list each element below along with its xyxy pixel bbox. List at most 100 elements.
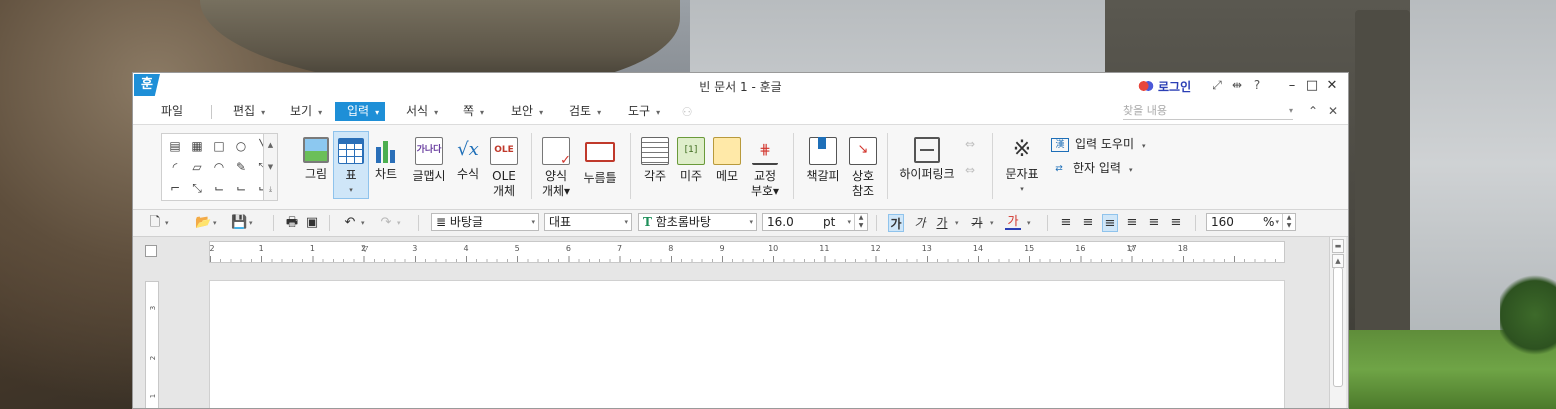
maximize-button[interactable]: □	[1303, 77, 1321, 95]
insert-chart-button[interactable]: 차트	[368, 131, 404, 199]
menu-edit[interactable]: 편집 ▾	[233, 102, 265, 121]
italic-button[interactable]: 가	[912, 214, 928, 232]
scroll-up-icon[interactable]: ▲	[264, 134, 277, 156]
font-size-stepper[interactable]: ▲ ▼	[854, 214, 867, 230]
shape-gallery[interactable]: ▤ ▦ □ ○ ╲ ◜ ▱ ◠ ✎ ⤡ ⌐ ⤡ ⌙ ⌙ ⌙ ▲ ▼ ⤓	[161, 133, 278, 201]
new-document-icon[interactable]: 🗋	[147, 214, 163, 232]
footnote-button[interactable]: 각주	[637, 131, 673, 199]
close-button[interactable]: ✕	[1323, 77, 1341, 95]
print-icon[interactable]: 🖶	[284, 214, 300, 232]
menu-format-label: 서식	[406, 104, 429, 118]
align-right-icon[interactable]: ≡	[1124, 214, 1140, 232]
expand-gallery-icon[interactable]: ⤓	[264, 178, 277, 200]
zoom-input[interactable]: 160 % ▾ ▲ ▼	[1206, 213, 1296, 231]
open-folder-icon[interactable]: 📂	[195, 214, 211, 232]
chevron-down-icon[interactable]: ▾	[955, 214, 959, 232]
menu-page[interactable]: 쪽 ▾	[463, 102, 484, 121]
cross-reference-button[interactable]: ↘ 상호 참조	[845, 131, 881, 199]
search-input[interactable]: 찾을 내용 ▾	[1123, 103, 1293, 120]
bent-arrow-connector-icon[interactable]: ⌙	[230, 178, 252, 199]
chevron-down-icon[interactable]: ▾	[165, 214, 169, 232]
redo-icon[interactable]: ↷	[378, 214, 394, 232]
chevron-down-icon[interactable]: ▾	[990, 214, 994, 232]
memo-button[interactable]: 메모	[709, 131, 745, 199]
login-button[interactable]: 로그인	[1138, 77, 1191, 95]
polygon-shape-icon[interactable]: ▱	[186, 157, 208, 178]
chevron-down-icon: ▾	[375, 108, 380, 117]
chevron-down-icon[interactable]: ▾	[361, 214, 365, 232]
chevron-down-icon[interactable]: ▾	[249, 214, 253, 232]
symbol-button[interactable]: ※ 문자표 ▾	[1001, 131, 1043, 199]
vertical-scrollbar[interactable]: ▬ ▲	[1329, 237, 1346, 408]
insert-picture-button[interactable]: 그림	[298, 131, 334, 199]
bent-connector-icon[interactable]: ⌙	[208, 178, 230, 199]
insert-formula-button[interactable]: √x 수식	[450, 131, 486, 199]
ruler-corner-button[interactable]	[145, 245, 157, 257]
textbox-vertical-shape-icon[interactable]: ▦	[186, 136, 208, 157]
ellipse-shape-icon[interactable]: ○	[230, 136, 252, 157]
menu-format[interactable]: 서식 ▾	[406, 102, 438, 121]
font-size-input[interactable]: 16.0 pt ▾ ▲ ▼	[762, 213, 868, 231]
rectangle-shape-icon[interactable]: □	[208, 136, 230, 157]
field-button[interactable]: 누름틀	[580, 131, 620, 199]
menu-tools[interactable]: 도구 ▾	[628, 102, 660, 121]
ribbon-separator	[630, 133, 631, 199]
font-select[interactable]: T 함초롬바탕 ▾	[638, 213, 757, 231]
menu-security-label: 보안	[511, 104, 534, 118]
menu-view[interactable]: 보기 ▾	[290, 102, 322, 121]
fullscreen-icon[interactable]: ⤢	[1209, 77, 1225, 93]
zoom-stepper[interactable]: ▲ ▼	[1282, 214, 1295, 230]
menu-review[interactable]: 검토 ▾	[569, 102, 601, 121]
menu-security[interactable]: 보안 ▾	[511, 102, 543, 121]
align-split-icon[interactable]: ≡	[1168, 214, 1184, 232]
chevron-down-icon[interactable]: ▾	[397, 214, 401, 232]
pen-shape-icon[interactable]: ✎	[230, 157, 252, 178]
align-left-icon[interactable]: ≡	[1080, 214, 1096, 232]
insert-ole-button[interactable]: OLE OLE 개체	[486, 131, 522, 199]
title-bar[interactable]: 훈 빈 문서 1 - 훈글 로그인 ⤢ ⇹ ? – □ ✕	[133, 73, 1348, 99]
strikethrough-button[interactable]: 가	[969, 214, 985, 232]
underline-button[interactable]: 가	[934, 214, 950, 232]
hyperlink-button[interactable]: 하이퍼링크	[896, 131, 958, 199]
scroll-down-icon[interactable]: ▼	[264, 156, 277, 178]
align-center-icon[interactable]: ≡	[1102, 214, 1118, 232]
scrollbar-thumb[interactable]	[1333, 267, 1343, 387]
input-helper-button[interactable]: 漢 입력 도우미 ▾	[1051, 135, 1146, 153]
endnote-button[interactable]: [1] 미주	[673, 131, 709, 199]
font-color-button[interactable]: 가	[1005, 214, 1021, 230]
arrow-connector-icon[interactable]: ⤡	[186, 178, 208, 199]
insert-wordart-button[interactable]: 가나다 글맵시	[408, 131, 450, 199]
undo-icon[interactable]: ↶	[342, 214, 358, 232]
bold-button[interactable]: 가	[888, 214, 904, 232]
language-select[interactable]: 대표 ▾	[544, 213, 632, 231]
split-pane-icon[interactable]: ▬	[1332, 239, 1344, 253]
proofreading-button[interactable]: ⋕ 교정 부호▾	[747, 131, 783, 199]
save-icon[interactable]: 💾	[231, 214, 247, 232]
collapse-ribbon-icon[interactable]: ⌃	[1305, 103, 1321, 119]
curve-shape-icon[interactable]: ◠	[208, 157, 230, 178]
print-preview-icon[interactable]: ▣	[304, 214, 320, 232]
style-select[interactable]: ≣ 바탕글 ▾	[431, 213, 539, 231]
help-icon[interactable]: ?	[1249, 77, 1265, 93]
elbow-connector-icon[interactable]: ⌐	[164, 178, 186, 199]
align-justify-icon[interactable]: ≡	[1058, 214, 1074, 232]
document-page[interactable]	[209, 280, 1285, 408]
menu-file[interactable]: 파일	[161, 102, 183, 121]
bookmark-button[interactable]: 책갈피	[803, 131, 843, 199]
form-object-button[interactable]: 양식 개체▾	[538, 131, 574, 199]
menu-insert[interactable]: 입력 ▾	[335, 102, 386, 121]
insert-table-button[interactable]: 표 ▾	[333, 131, 369, 199]
arc-shape-icon[interactable]: ◜	[164, 157, 186, 178]
close-document-icon[interactable]: ✕	[1325, 103, 1341, 119]
textbox-shape-icon[interactable]: ▤	[164, 136, 186, 157]
horizontal-ruler[interactable]: ▽ ▽ 2 1 1 2 3 4 5 6 7 8 9 10 11 12 13 14 15 16 17 18	[209, 241, 1285, 263]
vertical-ruler[interactable]: 3 2 1	[145, 281, 159, 408]
minimize-button[interactable]: –	[1283, 77, 1301, 95]
align-distribute-icon[interactable]: ≡	[1146, 214, 1162, 232]
scroll-up-icon[interactable]: ▲	[1332, 254, 1344, 268]
split-view-icon[interactable]: ⇹	[1229, 77, 1245, 93]
chevron-down-icon[interactable]: ▾	[1027, 214, 1031, 232]
hanja-input-button[interactable]: ⇄ 한자 입력 ▾	[1051, 159, 1132, 177]
chevron-down-icon[interactable]: ▾	[213, 214, 217, 232]
chevron-down-icon[interactable]: ▾	[1289, 103, 1293, 119]
